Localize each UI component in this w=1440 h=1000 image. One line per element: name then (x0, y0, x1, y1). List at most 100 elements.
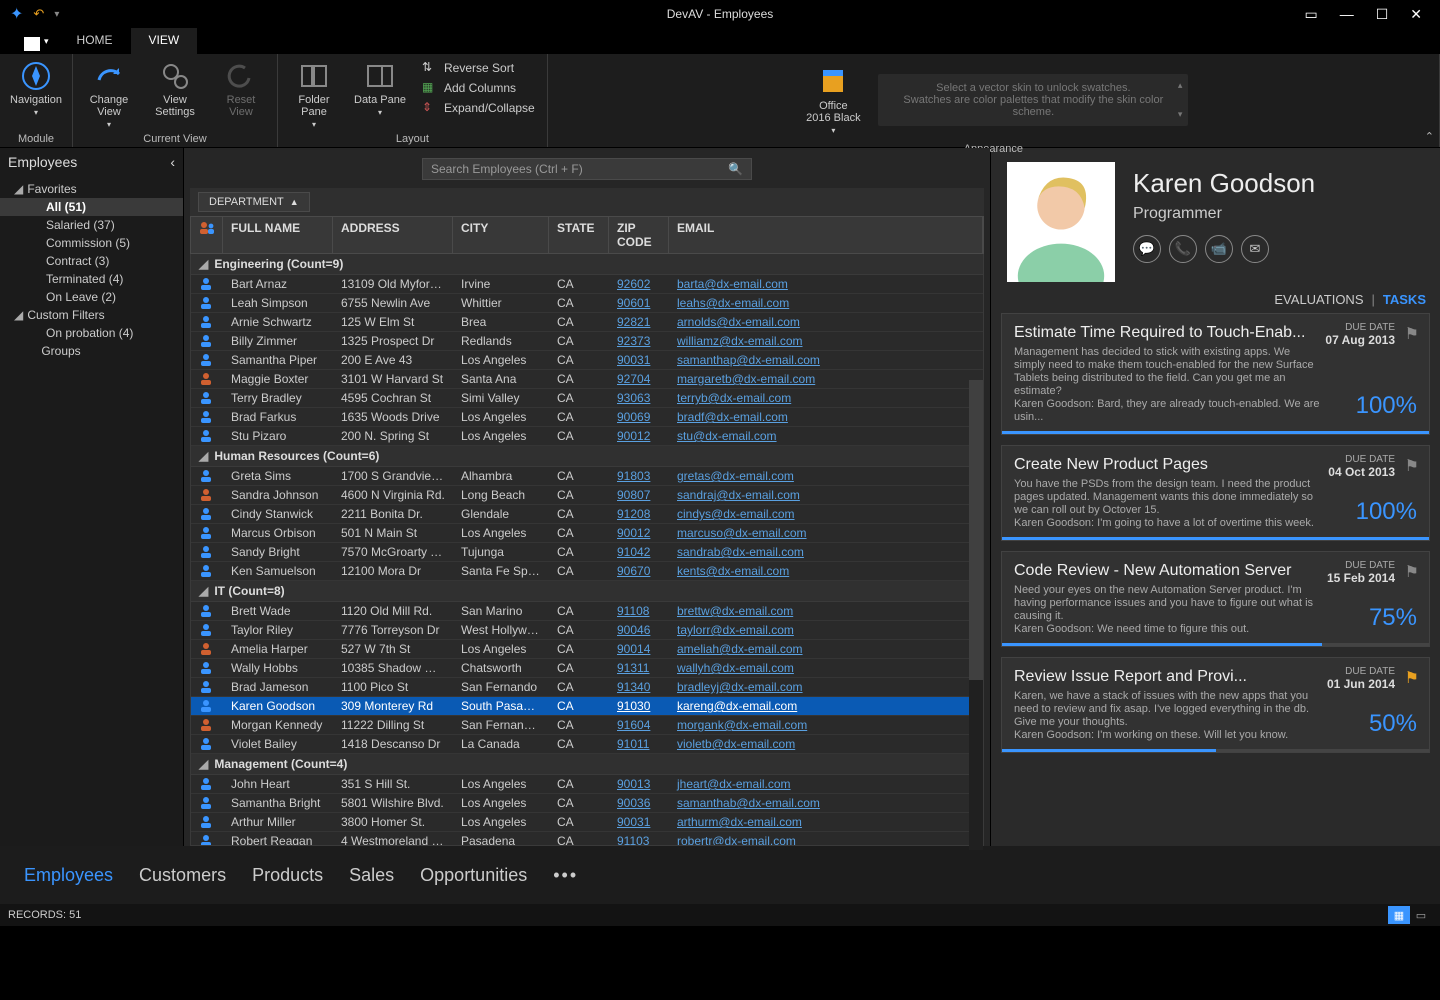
tab-view[interactable]: VIEW (131, 28, 198, 54)
zip-link[interactable]: 90031 (609, 813, 669, 831)
zip-link[interactable]: 90601 (609, 294, 669, 312)
nav-products[interactable]: Products (252, 865, 323, 886)
video-icon[interactable]: 📹 (1205, 235, 1233, 263)
collapse-sidebar-icon[interactable]: ‹ (170, 154, 175, 170)
email-link[interactable]: marcuso@dx-email.com (669, 524, 983, 542)
zip-link[interactable]: 91311 (609, 659, 669, 677)
table-row[interactable]: Billy Zimmer1325 Prospect DrRedlandsCA92… (191, 332, 983, 351)
sidebar-item[interactable]: Commission (5) (0, 234, 183, 252)
zip-link[interactable]: 91042 (609, 543, 669, 561)
group-panel[interactable]: DEPARTMENT▲ (190, 188, 984, 216)
zip-link[interactable]: 92602 (609, 275, 669, 293)
header-email[interactable]: EMAIL (669, 217, 983, 253)
tab-evaluations[interactable]: EVALUATIONS (1274, 292, 1363, 307)
table-row[interactable]: Taylor Riley7776 Torreyson DrWest Hollyw… (191, 621, 983, 640)
zip-link[interactable]: 91340 (609, 678, 669, 696)
sidebar-item[interactable]: On Leave (2) (0, 288, 183, 306)
flag-icon[interactable]: ⚑ (1405, 668, 1419, 688)
collapse-ribbon-icon[interactable]: ⌃ (1425, 130, 1434, 143)
sidebar-item[interactable]: Salaried (37) (0, 216, 183, 234)
zip-link[interactable]: 91208 (609, 505, 669, 523)
mail-icon[interactable]: ✉ (1241, 235, 1269, 263)
flag-icon[interactable]: ⚑ (1405, 456, 1419, 476)
group-row[interactable]: ◢ Human Resources (Count=6) (191, 446, 983, 467)
sidebar-item[interactable]: Contract (3) (0, 252, 183, 270)
task-card[interactable]: Create New Product PagesDUE DATE04 Oct 2… (1001, 445, 1430, 541)
table-row[interactable]: Brett Wade1120 Old Mill Rd.San MarinoCA9… (191, 602, 983, 621)
table-row[interactable]: Morgan Kennedy11222 Dilling StSan Fernan… (191, 716, 983, 735)
zip-link[interactable]: 90014 (609, 640, 669, 658)
folder-pane-button[interactable]: Folder Pane ▾ (286, 58, 342, 129)
sidebar-item[interactable]: ◢ Favorites (0, 180, 183, 198)
table-row[interactable]: Arnie Schwartz125 W Elm StBreaCA92821arn… (191, 313, 983, 332)
file-menu-button[interactable]: ▾ (14, 28, 59, 54)
table-row[interactable]: Maggie Boxter3101 W Harvard StSanta AnaC… (191, 370, 983, 389)
email-link[interactable]: morgank@dx-email.com (669, 716, 983, 734)
table-row[interactable]: Bart Arnaz13109 Old Myford RdIrvineCA926… (191, 275, 983, 294)
group-row[interactable]: ◢ IT (Count=8) (191, 581, 983, 602)
expand-collapse-button[interactable]: ⇕Expand/Collapse (418, 100, 539, 116)
email-link[interactable]: barta@dx-email.com (669, 275, 983, 293)
table-row[interactable]: Cindy Stanwick2211 Bonita Dr.GlendaleCA9… (191, 505, 983, 524)
zip-link[interactable]: 90012 (609, 524, 669, 542)
zip-link[interactable]: 93063 (609, 389, 669, 407)
table-row[interactable]: Terry Bradley4595 Cochran StSimi ValleyC… (191, 389, 983, 408)
zip-link[interactable]: 90036 (609, 794, 669, 812)
skin-picker-button[interactable]: Office 2016 Black ▾ (798, 64, 868, 135)
table-row[interactable]: Brad Jameson1100 Pico StSan FernandoCA91… (191, 678, 983, 697)
view-mode-grid-icon[interactable]: ▦ (1388, 906, 1410, 924)
email-link[interactable]: leahs@dx-email.com (669, 294, 983, 312)
table-row[interactable]: Robert Reagan4 Westmoreland Pl.PasadenaC… (191, 832, 983, 846)
email-link[interactable]: samanthab@dx-email.com (669, 794, 983, 812)
zip-link[interactable]: 91030 (609, 697, 669, 715)
reset-view-button[interactable]: Reset View (213, 58, 269, 118)
table-row[interactable]: Sandra Johnson4600 N Virginia Rd.Long Be… (191, 486, 983, 505)
zip-link[interactable]: 91604 (609, 716, 669, 734)
zip-link[interactable]: 90031 (609, 351, 669, 369)
email-link[interactable]: terryb@dx-email.com (669, 389, 983, 407)
nav-customers[interactable]: Customers (139, 865, 226, 886)
table-row[interactable]: Samantha Piper200 E Ave 43Los AngelesCA9… (191, 351, 983, 370)
zip-link[interactable]: 92373 (609, 332, 669, 350)
chat-icon[interactable]: 💬 (1133, 235, 1161, 263)
email-link[interactable]: cindys@dx-email.com (669, 505, 983, 523)
nav-sales[interactable]: Sales (349, 865, 394, 886)
table-row[interactable]: Arthur Miller3800 Homer St.Los AngelesCA… (191, 813, 983, 832)
tab-home[interactable]: HOME (59, 28, 131, 54)
table-row[interactable]: Violet Bailey1418 Descanso DrLa CanadaCA… (191, 735, 983, 754)
task-card[interactable]: Code Review - New Automation ServerDUE D… (1001, 551, 1430, 647)
group-row[interactable]: ◢ Engineering (Count=9) (191, 254, 983, 275)
email-link[interactable]: brettw@dx-email.com (669, 602, 983, 620)
zip-link[interactable]: 91108 (609, 602, 669, 620)
table-row[interactable]: Marcus Orbison501 N Main StLos AngelesCA… (191, 524, 983, 543)
zip-link[interactable]: 91803 (609, 467, 669, 485)
table-row[interactable]: Samantha Bright5801 Wilshire Blvd.Los An… (191, 794, 983, 813)
email-link[interactable]: arnolds@dx-email.com (669, 313, 983, 331)
table-row[interactable]: Brad Farkus1635 Woods DriveLos AngelesCA… (191, 408, 983, 427)
data-pane-button[interactable]: Data Pane ▾ (352, 58, 408, 117)
email-link[interactable]: margaretb@dx-email.com (669, 370, 983, 388)
flag-icon[interactable]: ⚑ (1405, 562, 1419, 582)
table-row[interactable]: Sandy Bright7570 McGroarty TerTujungaCA9… (191, 543, 983, 562)
tab-tasks[interactable]: TASKS (1383, 292, 1426, 307)
change-view-button[interactable]: Change View ▾ (81, 58, 137, 129)
task-card[interactable]: Estimate Time Required to Touch-Enab...D… (1001, 313, 1430, 435)
zip-link[interactable]: 92821 (609, 313, 669, 331)
zip-link[interactable]: 91011 (609, 735, 669, 753)
header-state[interactable]: STATE (549, 217, 609, 253)
email-link[interactable]: wallyh@dx-email.com (669, 659, 983, 677)
email-link[interactable]: samanthap@dx-email.com (669, 351, 983, 369)
table-row[interactable]: Greta Sims1700 S Grandview Dr.AlhambraCA… (191, 467, 983, 486)
header-address[interactable]: ADDRESS (333, 217, 453, 253)
search-input[interactable]: Search Employees (Ctrl + F) 🔍 (422, 158, 752, 180)
zip-link[interactable]: 90046 (609, 621, 669, 639)
qat-dropdown-icon[interactable]: ▾ (54, 9, 59, 20)
email-link[interactable]: bradf@dx-email.com (669, 408, 983, 426)
reverse-sort-button[interactable]: ⇅Reverse Sort (418, 60, 539, 76)
email-link[interactable]: jheart@dx-email.com (669, 775, 983, 793)
email-link[interactable]: williamz@dx-email.com (669, 332, 983, 350)
close-icon[interactable]: ✕ (1410, 6, 1422, 23)
nav-opportunities[interactable]: Opportunities (420, 865, 527, 886)
table-row[interactable]: Stu Pizaro200 N. Spring StLos AngelesCA9… (191, 427, 983, 446)
email-link[interactable]: violetb@dx-email.com (669, 735, 983, 753)
